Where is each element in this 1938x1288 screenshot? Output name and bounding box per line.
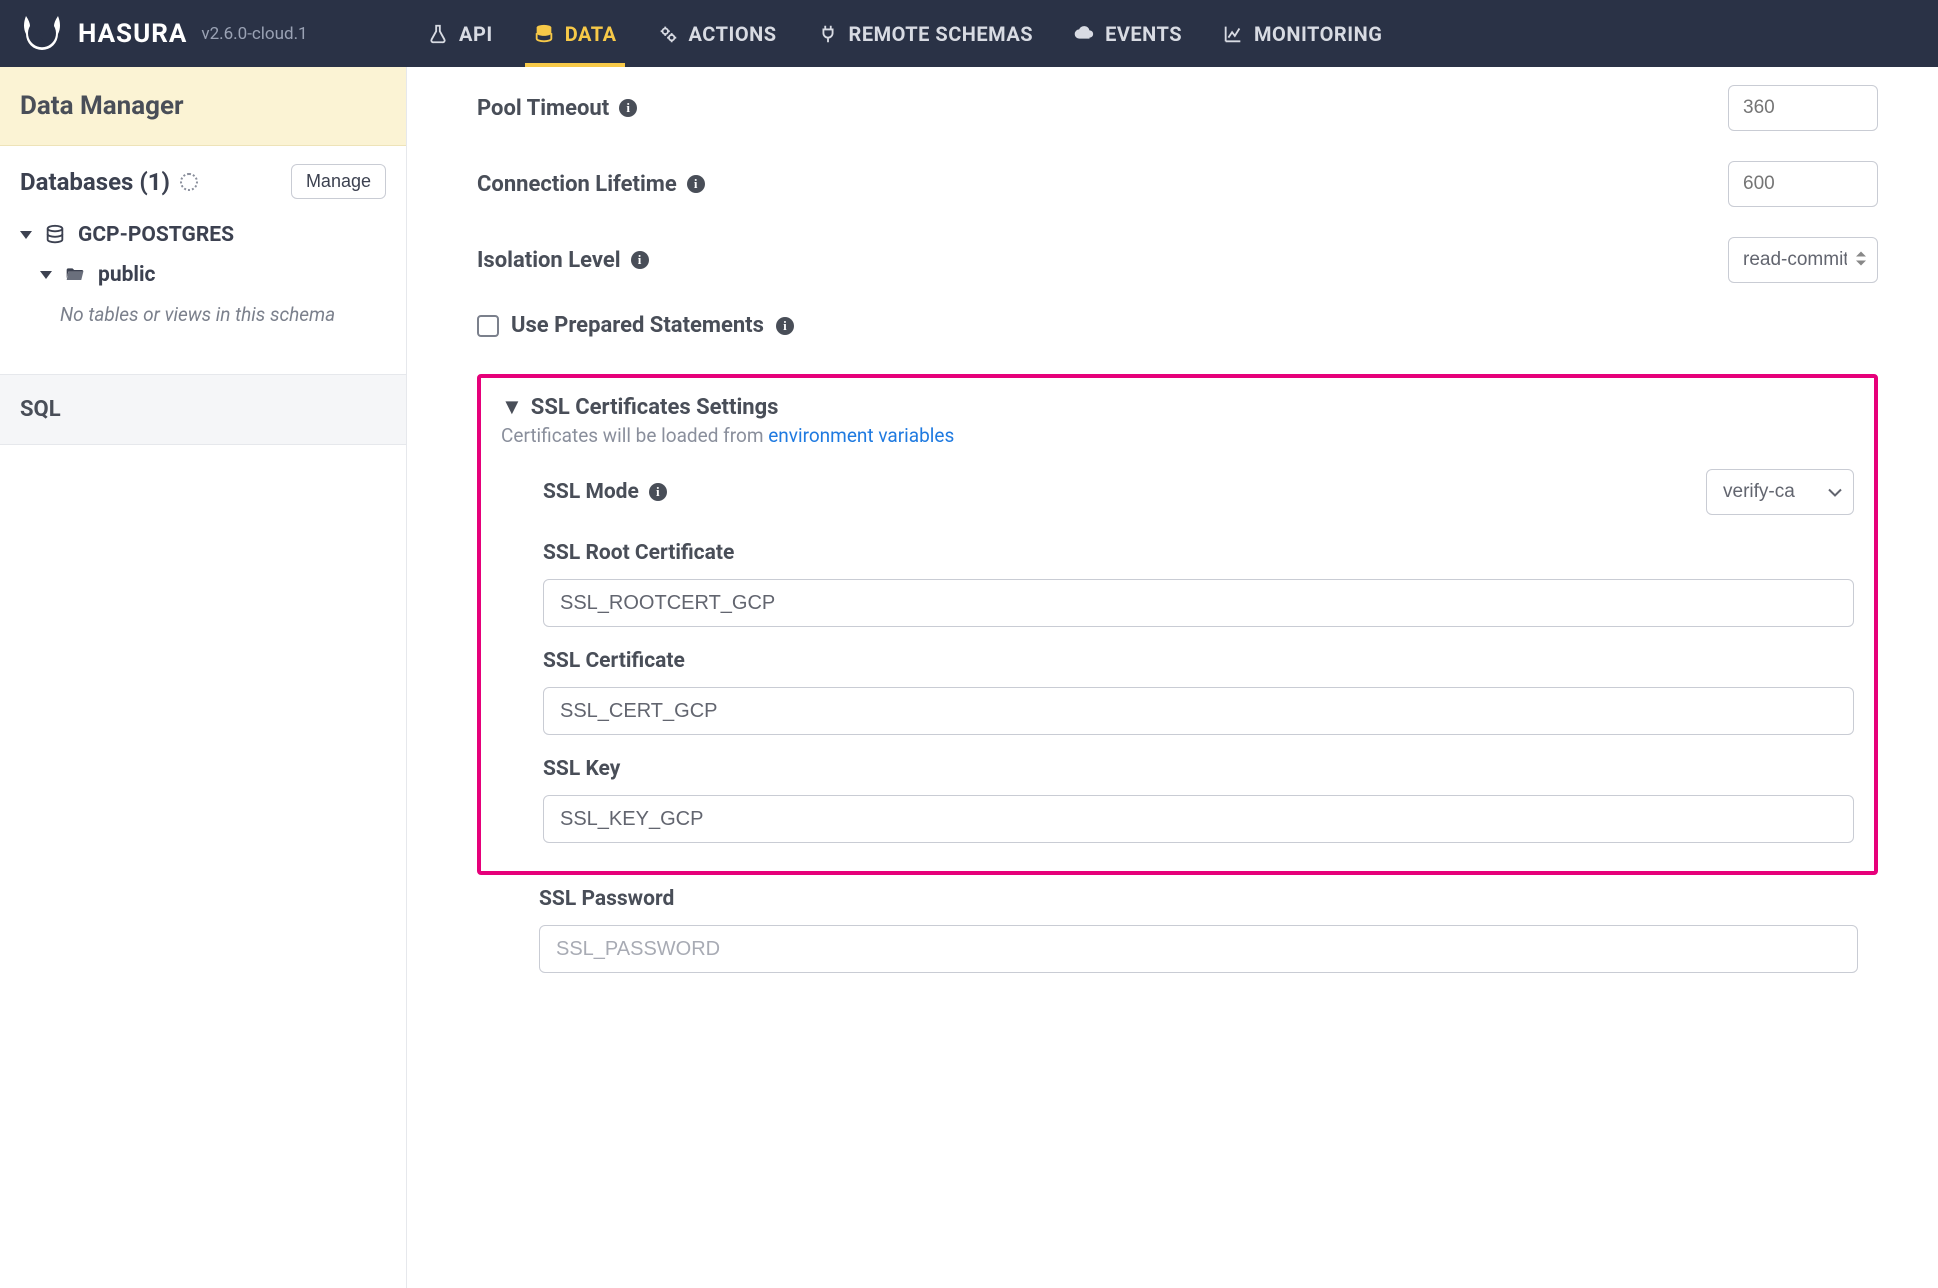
ssl-password-input[interactable] <box>539 925 1858 973</box>
database-icon <box>533 23 555 45</box>
loading-spinner-icon <box>180 173 198 191</box>
hasura-logo-icon <box>20 12 64 56</box>
database-icon <box>42 224 68 246</box>
databases-label: Databases (1) <box>20 168 198 196</box>
ssl-mode-select[interactable] <box>1706 469 1854 515</box>
nav-tab-remote-schemas[interactable]: REMOTE SCHEMAS <box>797 0 1054 67</box>
ssl-settings-highlight: ▼ SSL Certificates Settings Certificates… <box>477 374 1878 875</box>
tree-node-schema[interactable]: public <box>16 255 398 295</box>
sidebar: Data Manager Databases (1) Manage GCP-PO… <box>0 67 407 1288</box>
ssl-root-cert-label: SSL Root Certificate <box>543 541 1854 565</box>
chevron-down-icon <box>20 231 32 239</box>
tree-node-database[interactable]: GCP-POSTGRES <box>16 215 398 255</box>
info-icon[interactable]: i <box>687 175 705 193</box>
tree-node-label: public <box>98 263 155 287</box>
use-prepared-label: Use Prepared Statements <box>511 313 764 338</box>
pool-timeout-input[interactable] <box>1728 85 1878 131</box>
info-icon[interactable]: i <box>776 317 794 335</box>
chevron-down-icon <box>40 271 52 279</box>
ssl-key-label: SSL Key <box>543 757 1854 781</box>
nav-tab-label: API <box>459 22 493 46</box>
ssl-section-title: SSL Certificates Settings <box>531 395 779 420</box>
brand-area: HASURA v2.6.0-cloud.1 <box>0 0 407 67</box>
nav-tab-events[interactable]: EVENTS <box>1053 0 1202 67</box>
info-icon[interactable]: i <box>619 99 637 117</box>
chart-icon <box>1222 23 1244 45</box>
nav-tab-api[interactable]: API <box>407 0 513 67</box>
gear-icon <box>657 23 679 45</box>
ssl-fields: SSL Mode i SSL Root Certificate <box>501 469 1854 843</box>
caret-down-icon: ▼ <box>501 394 523 420</box>
ssl-mode-label: SSL Mode <box>543 480 639 504</box>
nav-tab-actions[interactable]: ACTIONS <box>637 0 797 67</box>
info-icon[interactable]: i <box>649 483 667 501</box>
content-pane: Pool Timeout i Connection Lifetime i Iso… <box>407 67 1938 1288</box>
flask-icon <box>427 23 449 45</box>
ssl-key-input[interactable] <box>543 795 1854 843</box>
ssl-section-toggle[interactable]: ▼ SSL Certificates Settings <box>501 394 1854 420</box>
folder-open-icon <box>62 264 88 286</box>
databases-header: Databases (1) Manage <box>0 146 406 209</box>
ssl-root-cert-block: SSL Root Certificate <box>543 541 1854 627</box>
isolation-level-label: Isolation Level <box>477 248 621 273</box>
ssl-password-block: SSL Password <box>477 887 1878 973</box>
brand-name: HASURA <box>78 19 187 49</box>
pool-timeout-label: Pool Timeout <box>477 96 609 121</box>
sidebar-title: Data Manager <box>0 67 406 146</box>
ssl-section-subtitle: Certificates will be loaded from environ… <box>501 424 1854 447</box>
env-vars-link[interactable]: environment variables <box>768 424 954 447</box>
ssl-password-label: SSL Password <box>539 887 1858 911</box>
nav-tab-label: DATA <box>565 22 617 46</box>
nav-tab-data[interactable]: DATA <box>513 0 637 67</box>
database-tree: GCP-POSTGRES public No tables or views i… <box>0 209 406 334</box>
ssl-root-cert-input[interactable] <box>543 579 1854 627</box>
nav-tab-label: ACTIONS <box>689 22 777 46</box>
nav-tab-label: MONITORING <box>1254 22 1382 46</box>
ssl-cert-label: SSL Certificate <box>543 649 1854 673</box>
nav-tab-label: REMOTE SCHEMAS <box>849 22 1034 46</box>
sql-link[interactable]: SQL <box>0 374 406 445</box>
tree-empty-text: No tables or views in this schema <box>16 295 398 334</box>
tree-node-label: GCP-POSTGRES <box>78 223 234 247</box>
ssl-key-block: SSL Key <box>543 757 1854 843</box>
plug-icon <box>817 23 839 45</box>
isolation-level-row: Isolation Level i <box>477 237 1878 283</box>
checkbox-icon[interactable] <box>477 315 499 337</box>
nav-tab-monitoring[interactable]: MONITORING <box>1202 0 1402 67</box>
main-layout: Data Manager Databases (1) Manage GCP-PO… <box>0 67 1938 1288</box>
isolation-level-select[interactable] <box>1728 237 1878 283</box>
manage-button[interactable]: Manage <box>291 164 386 199</box>
ssl-cert-block: SSL Certificate <box>543 649 1854 735</box>
pool-timeout-row: Pool Timeout i <box>477 85 1878 131</box>
connection-lifetime-label: Connection Lifetime <box>477 172 677 197</box>
info-icon[interactable]: i <box>631 251 649 269</box>
ssl-cert-input[interactable] <box>543 687 1854 735</box>
connection-lifetime-row: Connection Lifetime i <box>477 161 1878 207</box>
ssl-mode-row: SSL Mode i <box>543 469 1854 515</box>
cloud-icon <box>1073 23 1095 45</box>
connection-lifetime-input[interactable] <box>1728 161 1878 207</box>
top-nav: HASURA v2.6.0-cloud.1 API DATA ACTIONS <box>0 0 1938 67</box>
brand-version: v2.6.0-cloud.1 <box>201 24 307 44</box>
nav-tabs: API DATA ACTIONS REMOTE SCHEMAS EVENTS <box>407 0 1402 67</box>
nav-tab-label: EVENTS <box>1105 22 1182 46</box>
use-prepared-row[interactable]: Use Prepared Statements i <box>477 313 1878 338</box>
